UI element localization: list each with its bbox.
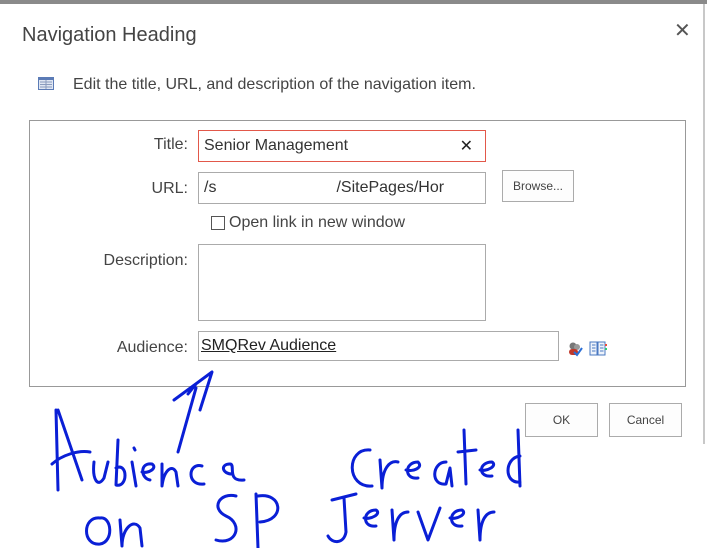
address-book-icon[interactable] — [589, 341, 607, 356]
close-icon[interactable]: ✕ — [674, 18, 691, 43]
url-input[interactable]: /s /SitePages/Hor — [198, 172, 486, 204]
dialog-title: Navigation Heading — [22, 24, 197, 46]
annotation-word-on — [85, 516, 144, 548]
clear-icon[interactable]: ✕ — [460, 136, 473, 156]
title-value: Senior Management — [204, 137, 349, 154]
annotation-word-server — [326, 492, 496, 543]
cancel-button[interactable]: Cancel — [609, 403, 682, 437]
dialog-instructions: Edit the title, URL, and description of … — [73, 76, 476, 93]
list-icon — [38, 77, 54, 90]
description-input[interactable] — [198, 244, 486, 321]
check-names-icon[interactable] — [567, 341, 583, 357]
title-input[interactable]: Senior Management ✕ — [198, 130, 486, 162]
annotation-word-sp — [214, 492, 280, 548]
open-new-window-checkbox[interactable] — [211, 216, 225, 230]
description-label: Description: — [103, 252, 188, 269]
title-label: Title: — [153, 136, 188, 153]
audience-label: Audience: — [116, 339, 188, 356]
audience-input[interactable]: SMQRev Audience — [198, 331, 559, 361]
ok-button[interactable]: OK — [525, 403, 598, 437]
open-new-window-label: Open link in new window — [229, 214, 406, 231]
audience-value[interactable]: SMQRev Audience — [201, 337, 336, 354]
url-label: URL: — [151, 180, 188, 197]
navigation-heading-dialog: Navigation Heading ✕ Edit the title, URL… — [0, 4, 705, 444]
browse-button[interactable]: Browse... — [502, 170, 574, 202]
